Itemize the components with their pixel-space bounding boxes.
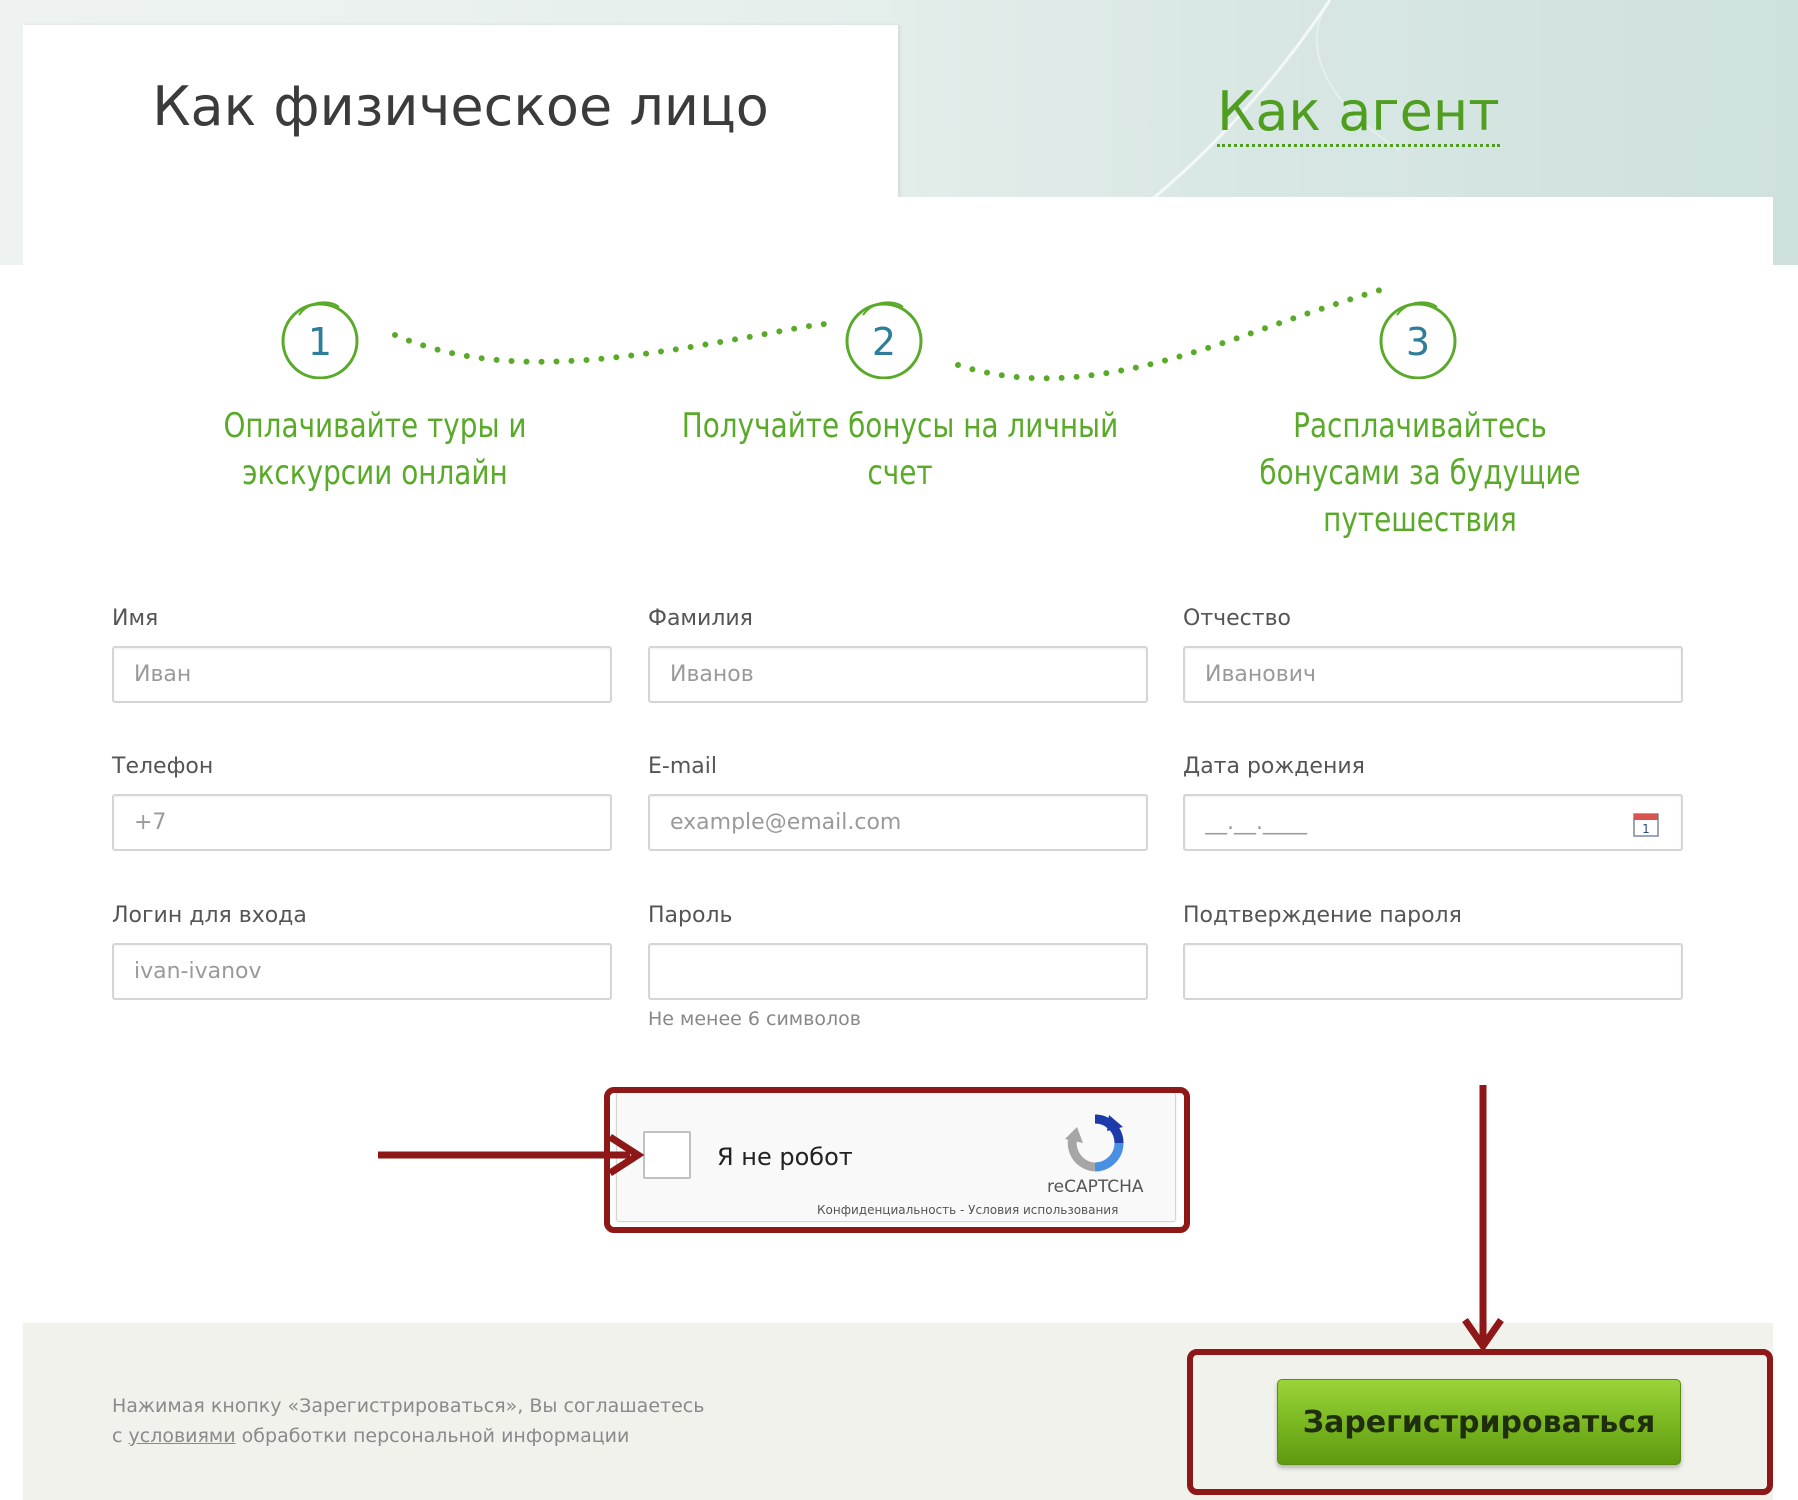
consent-text: Нажимая кнопку «Зарегистрироваться», Вы …: [112, 1391, 704, 1451]
step-2-text: Получайте бонусы на личный счет: [681, 406, 1119, 493]
password-confirm-field[interactable]: [1183, 943, 1683, 1000]
last-name-label: Фамилия: [648, 606, 753, 631]
first-name-label: Имя: [112, 606, 159, 631]
login-label: Логин для входа: [112, 903, 307, 928]
step-3-text: Расплачивайтесь бонусами за будущие путе…: [1259, 406, 1581, 540]
first-name-field[interactable]: [112, 646, 612, 703]
tab-agent[interactable]: Как агент: [1217, 82, 1500, 147]
birthdate-label: Дата рождения: [1183, 754, 1365, 779]
password-confirm-input[interactable]: [1185, 945, 1681, 998]
password-label: Пароль: [648, 903, 733, 928]
password-confirm-label: Подтверждение пароля: [1183, 903, 1462, 928]
middle-name-label: Отчество: [1183, 606, 1292, 631]
phone-label: Телефон: [112, 754, 214, 779]
svg-text:1: 1: [1642, 822, 1650, 836]
phone-field[interactable]: [112, 794, 612, 851]
calendar-icon[interactable]: 1: [1633, 811, 1659, 837]
step-1-text: Оплачивайте туры и экскурсии онлайн: [223, 406, 527, 493]
email-field[interactable]: [648, 794, 1148, 851]
first-name-input[interactable]: [114, 648, 610, 701]
password-input[interactable]: [650, 945, 1146, 998]
step-2-number: 2: [872, 320, 896, 364]
consent-line-1: Нажимая кнопку «Зарегистрироваться», Вы …: [112, 1395, 705, 1417]
consent-line-2: с условиями обработки персональной инфор…: [112, 1425, 630, 1447]
terms-link[interactable]: условиями: [129, 1425, 236, 1447]
step-3-circle-icon: 3: [1379, 301, 1457, 379]
password-hint: Не менее 6 символов: [648, 1008, 861, 1030]
middle-name-field[interactable]: [1183, 646, 1683, 703]
step-1-circle-icon: 1: [281, 301, 359, 379]
birthdate-field[interactable]: 1: [1183, 794, 1683, 851]
tab-individual[interactable]: Как физическое лицо: [23, 25, 898, 197]
birthdate-input[interactable]: [1185, 796, 1681, 849]
step-3-number: 3: [1406, 320, 1430, 364]
password-field[interactable]: [648, 943, 1148, 1000]
login-input[interactable]: [114, 945, 610, 998]
step-1-number: 1: [308, 320, 332, 364]
register-highlight-box: [1187, 1349, 1773, 1495]
last-name-input[interactable]: [650, 648, 1146, 701]
phone-input[interactable]: [114, 796, 610, 849]
middle-name-input[interactable]: [1185, 648, 1681, 701]
email-input[interactable]: [650, 796, 1146, 849]
login-field[interactable]: [112, 943, 612, 1000]
step-2-circle-icon: 2: [845, 301, 923, 379]
tab-individual-label: Как физическое лицо: [152, 74, 769, 138]
captcha-highlight-box: [604, 1087, 1190, 1233]
email-label: E-mail: [648, 754, 717, 779]
last-name-field[interactable]: [648, 646, 1148, 703]
